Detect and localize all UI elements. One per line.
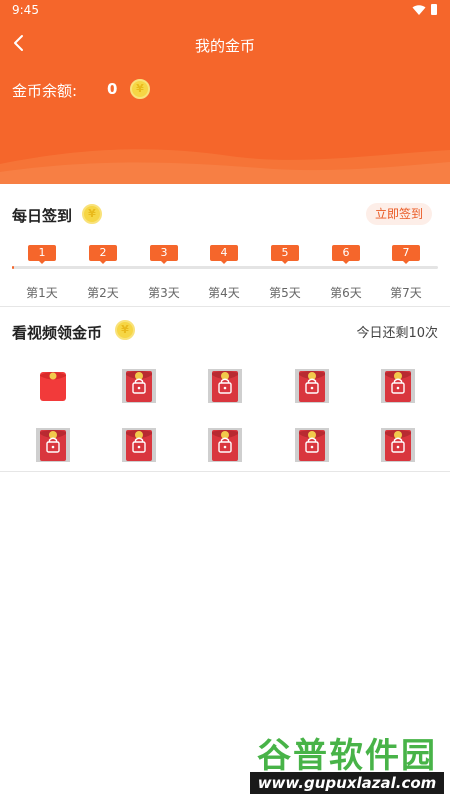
checkin-progress-fill [12,266,14,269]
red-envelope-icon[interactable] [36,369,70,403]
locked-red-envelope-icon[interactable] [381,428,415,462]
locked-red-envelope-icon[interactable] [122,428,156,462]
checkin-day-2-marker: 2 [89,245,117,264]
balance-value: 0 [107,80,118,98]
status-bar: 9:45 [0,0,450,22]
checkin-day-5-marker: 5 [271,245,299,264]
locked-red-envelope-icon[interactable] [122,369,156,403]
video-title: 看视频领金币 [12,324,103,342]
watermark: 谷普软件园 www.gupuxlazal.com [248,728,446,798]
checkin-button[interactable]: 立即签到 [366,203,432,225]
page-title: 我的金币 [194,37,255,55]
checkin-day-1-label: 第1天 [26,286,58,300]
checkin-day-3-marker: 3 [150,245,178,264]
divider [0,471,450,472]
checkin-day-1-marker: 1 [28,245,56,264]
coin-icon: ¥ [130,79,150,99]
locked-red-envelope-icon[interactable] [381,369,415,403]
checkin-day-7-marker: 7 [392,245,420,264]
locked-red-envelope-icon[interactable] [295,369,329,403]
balance-label: 金币余额: [12,82,78,100]
checkin-progress-track [12,266,438,269]
battery-icon [431,4,437,15]
coin-icon: ¥ [82,204,102,224]
checkin-day-6-label: 第6天 [330,286,362,300]
locked-red-envelope-icon[interactable] [208,428,242,462]
checkin-day-7-label: 第7天 [390,286,422,300]
divider [0,306,450,307]
checkin-title: 每日签到 [12,207,73,225]
checkin-day-6-marker: 6 [332,245,360,264]
header-wave [0,149,450,184]
watermark-url: www.gupuxlazal.com [250,772,444,794]
watermark-text: 谷普软件园 [257,736,437,776]
checkin-day-3-label: 第3天 [148,286,180,300]
remaining-count: 今日还剩10次 [356,326,438,341]
locked-red-envelope-icon[interactable] [295,428,329,462]
coin-icon: ¥ [115,320,135,340]
checkin-day-2-label: 第2天 [87,286,119,300]
status-time: 9:45 [12,3,39,17]
checkin-day-4-label: 第4天 [208,286,240,300]
locked-red-envelope-icon[interactable] [208,369,242,403]
wifi-icon [412,5,426,15]
header: 9:45 我的金币 金币余额: 0 ¥ [0,0,450,184]
checkin-day-4-marker: 4 [210,245,238,264]
locked-red-envelope-icon[interactable] [36,428,70,462]
checkin-day-5-label: 第5天 [269,286,301,300]
